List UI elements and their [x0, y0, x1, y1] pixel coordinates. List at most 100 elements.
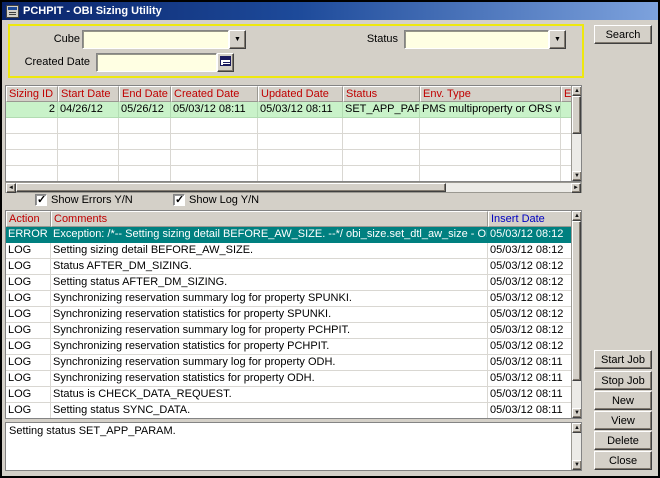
grid-cell: [420, 150, 561, 166]
grid-cell: Synchronizing reservation statistics for…: [51, 339, 488, 355]
grid-cell: 05/03/12 08:12: [488, 307, 573, 323]
grid-cell: [6, 118, 58, 134]
log-row[interactable]: LOGSynchronizing reservation statistics …: [6, 307, 581, 323]
grid-cell: Synchronizing reservation statistics for…: [51, 371, 488, 387]
scroll-down-icon[interactable]: ▼: [572, 408, 582, 418]
jobs-grid-empty-row: [6, 166, 581, 182]
cube-combo-value[interactable]: [82, 30, 229, 49]
grid-cell: 05/26/12: [119, 102, 171, 118]
grid-cell: Synchronizing reservation statistics for…: [51, 307, 488, 323]
log-row[interactable]: LOGSynchronizing reservation statistics …: [6, 371, 581, 387]
calendar-button[interactable]: [217, 53, 234, 72]
log-row[interactable]: LOGSetting sizing detail BEFORE_AW_SIZE.…: [6, 243, 581, 259]
scroll-left-icon[interactable]: ◄: [6, 183, 16, 193]
grid-cell: [258, 118, 343, 134]
created-date-label: Created Date: [20, 56, 90, 69]
jobs-grid-header-start-date: Start Date: [58, 86, 119, 102]
scroll-up-icon[interactable]: ▲: [572, 211, 582, 221]
grid-cell: Exception: /*-- Setting sizing detail BE…: [51, 227, 488, 243]
jobs-grid-empty-row: [6, 150, 581, 166]
detail-text: Setting status SET_APP_PARAM.: [9, 425, 176, 437]
grid-cell: LOG: [6, 275, 51, 291]
show-errors-checkbox[interactable]: [35, 194, 47, 206]
scroll-up-icon[interactable]: ▲: [572, 86, 582, 96]
grid-cell: [6, 166, 58, 182]
log-row[interactable]: LOGSynchronizing reservation summary log…: [6, 323, 581, 339]
show-errors-filter[interactable]: Show Errors Y/N: [35, 194, 133, 206]
grid-cell: [420, 134, 561, 150]
log-grid-header: ActionCommentsInsert Date: [6, 211, 581, 227]
log-grid-vscrollbar[interactable]: ▲ ▼: [571, 211, 581, 418]
scroll-right-icon[interactable]: ►: [571, 183, 581, 193]
jobs-grid-header-sizing-id: Sizing ID: [6, 86, 58, 102]
show-log-filter[interactable]: Show Log Y/N: [173, 194, 259, 206]
jobs-grid-header-end-date: End Date: [119, 86, 171, 102]
detail-vscrollbar[interactable]: ▲ ▼: [571, 423, 581, 470]
delete-button[interactable]: Delete: [594, 431, 652, 450]
log-row[interactable]: LOGSynchronizing reservation statistics …: [6, 339, 581, 355]
grid-cell: 05/03/12 08:12: [488, 259, 573, 275]
grid-cell: [119, 166, 171, 182]
jobs-grid-header: Sizing IDStart DateEnd DateCreated DateU…: [6, 86, 581, 102]
jobs-grid-vscrollbar[interactable]: ▲ ▼: [571, 86, 581, 181]
grid-cell: [119, 150, 171, 166]
grid-cell: [343, 134, 420, 150]
grid-cell: [343, 150, 420, 166]
log-row[interactable]: LOGStatus AFTER_DM_SIZING.05/03/12 08:12: [6, 259, 581, 275]
scroll-up-icon[interactable]: ▲: [572, 423, 582, 433]
detail-textarea[interactable]: Setting status SET_APP_PARAM. ▲ ▼: [5, 422, 582, 471]
jobs-grid-body: 204/26/1205/26/1205/03/12 08:1105/03/12 …: [6, 102, 581, 182]
jobs-grid-hscrollbar[interactable]: ◄ ►: [5, 182, 582, 193]
grid-cell: 05/03/12 08:11: [488, 403, 573, 419]
log-grid-vscroll-thumb[interactable]: [572, 221, 581, 381]
grid-cell: 05/03/12 08:12: [488, 323, 573, 339]
app-icon: [6, 5, 19, 18]
grid-cell: Synchronizing reservation summary log fo…: [51, 323, 488, 339]
grid-cell: Setting status SYNC_DATA.: [51, 403, 488, 419]
log-row[interactable]: LOGSynchronizing reservation summary log…: [6, 355, 581, 371]
stop-job-button[interactable]: Stop Job: [594, 371, 652, 390]
log-row[interactable]: LOGSetting status SYNC_DATA.05/03/12 08:…: [6, 403, 581, 419]
created-date-field[interactable]: [96, 53, 217, 72]
jobs-grid-header-status: Status: [343, 86, 420, 102]
start-job-button[interactable]: Start Job: [594, 350, 652, 369]
grid-cell: [258, 150, 343, 166]
log-grid: ActionCommentsInsert Date ERRORException…: [5, 210, 582, 419]
status-combo[interactable]: ▼: [404, 30, 566, 49]
grid-cell: LOG: [6, 387, 51, 403]
jobs-grid-header-env-type: Env. Type: [420, 86, 561, 102]
jobs-grid: Sizing IDStart DateEnd DateCreated DateU…: [5, 85, 582, 182]
grid-cell: PMS multiproperty or ORS with only i: [420, 102, 561, 118]
log-row[interactable]: LOGSetting status AFTER_DM_SIZING.05/03/…: [6, 275, 581, 291]
grid-cell: [343, 118, 420, 134]
show-log-checkbox[interactable]: [173, 194, 185, 206]
grid-cell: 2: [6, 102, 58, 118]
view-button[interactable]: View: [594, 411, 652, 430]
scroll-down-icon[interactable]: ▼: [572, 460, 582, 470]
search-button[interactable]: Search: [594, 25, 652, 44]
status-combo-value[interactable]: [404, 30, 549, 49]
grid-cell: Status is CHECK_DATA_REQUEST.: [51, 387, 488, 403]
grid-cell: [119, 134, 171, 150]
close-button[interactable]: Close: [594, 451, 652, 470]
grid-cell: 04/26/12: [58, 102, 119, 118]
show-log-label: Show Log Y/N: [189, 194, 259, 206]
grid-cell: 05/03/12 08:11: [258, 102, 343, 118]
chevron-down-icon[interactable]: ▼: [549, 30, 566, 49]
new-button[interactable]: New: [594, 391, 652, 410]
log-row-error[interactable]: ERRORException: /*-- Setting sizing deta…: [6, 227, 581, 243]
jobs-grid-hscroll-thumb[interactable]: [16, 183, 446, 192]
grid-cell: SET_APP_PARAM: [343, 102, 420, 118]
cube-combo[interactable]: ▼: [82, 30, 246, 49]
log-row[interactable]: LOGStatus is CHECK_DATA_REQUEST.05/03/12…: [6, 387, 581, 403]
jobs-grid-vscroll-thumb[interactable]: [572, 96, 581, 134]
scroll-down-icon[interactable]: ▼: [572, 171, 582, 181]
log-row[interactable]: LOGSynchronizing reservation summary log…: [6, 291, 581, 307]
grid-cell: 05/03/12 08:11: [488, 371, 573, 387]
grid-cell: LOG: [6, 339, 51, 355]
grid-cell: [343, 166, 420, 182]
grid-cell: [58, 118, 119, 134]
title-bar: PCHPIT - OBI Sizing Utility: [2, 2, 658, 20]
chevron-down-icon[interactable]: ▼: [229, 30, 246, 49]
jobs-grid-row[interactable]: 204/26/1205/26/1205/03/12 08:1105/03/12 …: [6, 102, 581, 118]
